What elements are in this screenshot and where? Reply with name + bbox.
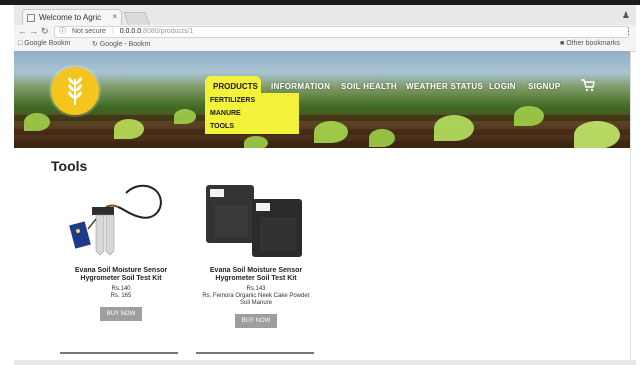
browser-menu-icon[interactable]: ⋮ [624,26,633,37]
forward-icon[interactable]: → [29,26,38,36]
web-page: PRODUCTS INFORMATION SOIL HEALTH WEATHER… [14,51,631,360]
nav-signup[interactable]: SIGNUP [528,82,560,91]
other-bookmarks[interactable]: ■ Other bookmarks [560,40,620,47]
product-desc-line2: Soil Manure [239,300,272,306]
product-old-price: Rs. 165 [110,293,132,299]
buy-now-button[interactable]: BUY NOW [235,314,277,328]
cart-icon[interactable] [581,79,595,92]
product-price: Rs.140 [111,286,131,292]
buy-now-button[interactable]: BUY NOW [100,307,142,321]
address-bar: ← → ↻ ⓘ Not secure | 0.0.0.0:8080/products/… [14,25,636,40]
product-card: Evana Soil Moisture Sensor Hygrometer So… [56,181,186,321]
info-icon[interactable]: ⓘ [59,28,66,35]
tab-bar: Welcome to Agric × ♟ [14,5,636,26]
browser-window: Welcome to Agric × ♟ ← → ↻ ⓘ Not secure | 0… [0,0,640,365]
reload-icon[interactable]: ↻ [41,26,49,37]
card-divider [196,352,314,354]
tab-title: Welcome to Agric [39,13,102,22]
nav-products[interactable]: PRODUCTS [205,76,261,94]
nav-weather-status[interactable]: WEATHER STATUS [406,82,483,91]
bookmark-item[interactable]: ↻ Google - Bookm [92,40,150,48]
dropdown-fertilizers[interactable]: FERTILIZERS [210,97,255,104]
tab-close-icon[interactable]: × [112,12,117,21]
product-card: Evana Soil Moisture Sensor Hygrometer So… [191,181,321,328]
profile-icon[interactable]: ♟ [622,10,630,21]
products-dropdown: FERTILIZERS MANURE TOOLS [205,93,299,134]
window-bottom-edge [14,360,636,365]
card-divider [60,352,178,354]
site-logo[interactable] [51,67,99,115]
wheat-icon [68,77,82,105]
nav-information[interactable]: INFORMATION [271,82,330,91]
url-input[interactable]: ⓘ Not secure | 0.0.0.0:8080/products/1 [54,26,629,38]
product-name-line2: Hygrometer Soil Test Kit [215,275,297,282]
page-favicon-icon [27,14,35,22]
back-icon[interactable]: ← [18,26,27,36]
product-price: Rs.143 [246,286,266,292]
new-tab-button[interactable] [123,12,151,26]
product-name-line1: Evana Soil Moisture Sensor [74,267,168,274]
url-host: 0.0.0.0 [119,28,142,35]
browser-tab[interactable]: Welcome to Agric × [22,9,122,25]
nav-soil-health[interactable]: SOIL HEALTH [341,82,397,91]
bookmark-item[interactable]: □ Google Bookm [18,40,71,47]
url-path: :8080/products/1 [141,28,194,35]
dropdown-manure[interactable]: MANURE [210,110,241,117]
product-name-line2: Hygrometer Soil Test Kit [80,275,162,282]
hero-banner: PRODUCTS INFORMATION SOIL HEALTH WEATHER… [14,51,630,148]
page-title: Tools [51,158,88,174]
nav-login[interactable]: LOGIN [489,82,516,91]
dropdown-tools[interactable]: TOOLS [210,123,234,130]
security-label: Not secure [72,28,106,35]
product-name-line1: Evana Soil Moisture Sensor [209,267,303,274]
product-desc-line1: Rs. Femora Organic Neek Cake Powder [202,293,310,299]
